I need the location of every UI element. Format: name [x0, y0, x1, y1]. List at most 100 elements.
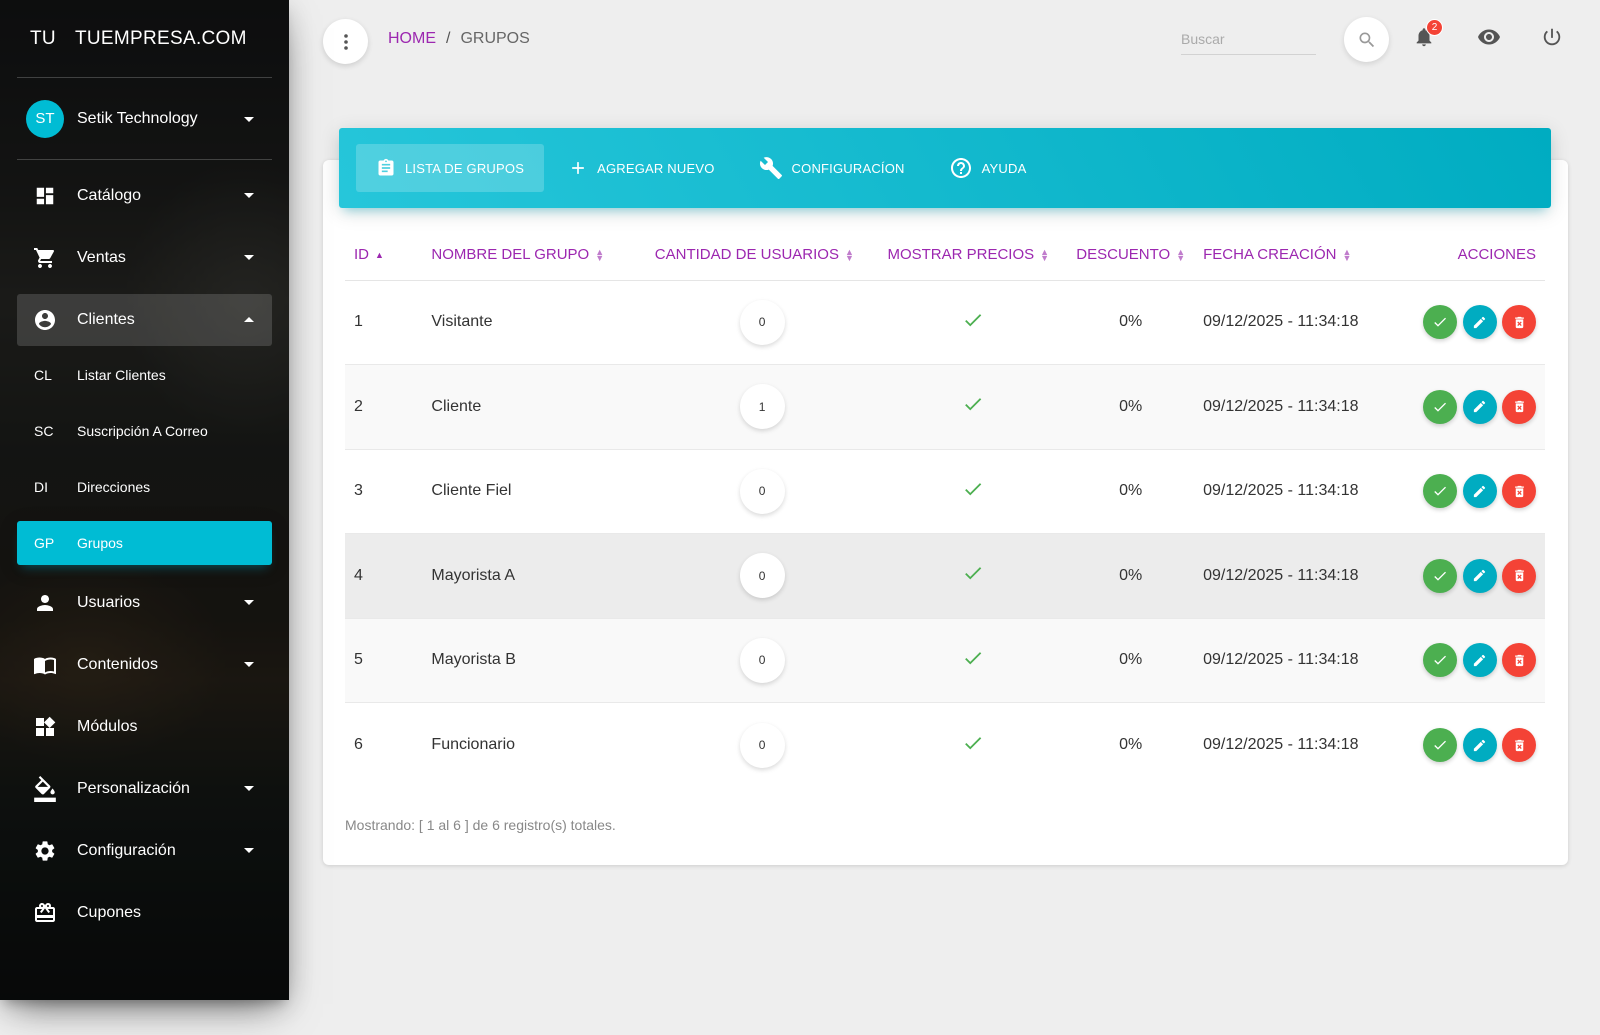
activate-button[interactable] — [1423, 558, 1458, 593]
sidebar-item-clientes[interactable]: Clientes — [17, 294, 272, 346]
sidebar-item-configuracion[interactable]: Configuración — [17, 825, 272, 877]
paint-bucket-icon — [32, 776, 58, 802]
notifications-button[interactable]: 2 — [1409, 19, 1443, 52]
sidebar-item-contenidos[interactable]: Contenidos — [17, 639, 272, 691]
activate-button[interactable] — [1423, 389, 1458, 424]
search-button[interactable] — [1344, 17, 1389, 62]
cell-users: 0 — [645, 533, 879, 619]
activate-button[interactable] — [1423, 643, 1458, 678]
cell-name: Cliente Fiel — [422, 449, 646, 534]
edit-button[interactable] — [1462, 389, 1497, 424]
pencil-icon — [1473, 739, 1486, 751]
sidebar-item-cupones[interactable]: Cupones — [17, 887, 272, 939]
chevron-down-icon — [244, 117, 254, 122]
cell-name: Visitante — [422, 280, 646, 365]
column-header-name[interactable]: NOMBRE DEL GRUPO ▲ ▼ — [422, 230, 646, 281]
tab-agregar-nuevo[interactable]: AGREGAR NUEVO — [548, 144, 734, 192]
chevron-down-icon — [244, 662, 254, 667]
cell-actions — [1413, 618, 1545, 703]
subitem-mini: DI — [34, 479, 48, 495]
tab-lista-grupos[interactable]: LISTA DE GRUPOS — [356, 144, 545, 192]
sidebar-subitem-suscripcion[interactable]: SC Suscripción A Correo — [17, 409, 272, 453]
cell-prices — [878, 702, 1068, 787]
chevron-down-icon — [244, 848, 254, 853]
subitem-mini: GP — [34, 535, 55, 551]
column-header-discount[interactable]: DESCUENTO ▲ ▼ — [1067, 230, 1195, 281]
delete-button[interactable] — [1502, 558, 1536, 593]
sidebar: TU TUEMPRESA.COM ST Setik Technology Cat… — [0, 0, 289, 1000]
sidebar-item-label: Catálogo — [77, 187, 142, 204]
sidebar-subitem-direcciones[interactable]: DI Direcciones — [17, 465, 272, 509]
cell-id: 6 — [345, 702, 423, 787]
users-count-badge: 0 — [739, 722, 785, 768]
check-icon — [1434, 402, 1447, 412]
chevron-up-icon — [244, 317, 254, 322]
delete-button[interactable] — [1502, 643, 1536, 678]
cell-name: Mayorista B — [422, 618, 646, 703]
users-count-badge: 1 — [739, 384, 785, 430]
check-icon — [1434, 740, 1447, 750]
tab-configuracion[interactable]: CONFIGURACÍON — [739, 144, 925, 192]
edit-button[interactable] — [1462, 643, 1497, 678]
column-header-id[interactable]: ID ▲ — [345, 230, 423, 281]
pencil-icon — [1473, 316, 1486, 328]
delete-button[interactable] — [1502, 474, 1536, 509]
activate-button[interactable] — [1423, 728, 1458, 762]
cell-users: 0 — [645, 702, 879, 787]
sidebar-item-ventas[interactable]: Ventas — [17, 232, 272, 284]
delete-button[interactable] — [1502, 305, 1536, 340]
check-icon — [1434, 317, 1447, 327]
edit-button[interactable] — [1462, 728, 1497, 762]
sidebar-toggle-button[interactable] — [323, 19, 368, 64]
groups-table: ID ▲ NOMBRE DEL GRUPO ▲ ▼ CANTIDAD DE USUAR… — [345, 230, 1545, 787]
cell-users: 0 — [645, 449, 879, 534]
column-header-prices[interactable]: MOSTRAR PRECIOS ▲ ▼ — [878, 230, 1068, 281]
tab-ayuda[interactable]: AYUDA — [929, 144, 1047, 192]
column-header-users[interactable]: CANTIDAD DE USUARIOS ▲ ▼ — [645, 230, 879, 281]
preview-button[interactable] — [1474, 22, 1504, 52]
pencil-icon — [1473, 401, 1486, 413]
table-body: 1 Visitante 0 0% 09/12/2025 - 11:34:18 2 Clie… — [345, 280, 1545, 787]
card-header-tabs: LISTA DE GRUPOS AGREGAR NUEVO CONFIGURAC… — [339, 128, 1551, 208]
check-icon — [1434, 571, 1447, 581]
cell-actions — [1413, 364, 1545, 450]
column-header-actions: ACCIONES — [1413, 230, 1545, 281]
cell-actions — [1413, 702, 1545, 787]
cell-users: 0 — [645, 618, 879, 703]
table-row: 3 Cliente Fiel 0 0% 09/12/2025 - 11:34:18 — [345, 449, 1545, 534]
breadcrumb-separator: / — [446, 30, 451, 47]
column-header-date[interactable]: FECHA CREACIÓN ▲ ▼ — [1194, 230, 1414, 281]
sort-asc-icon: ▲ — [375, 250, 384, 261]
edit-button[interactable] — [1462, 305, 1497, 340]
cell-users: 1 — [645, 364, 879, 450]
person-icon — [32, 590, 58, 616]
sidebar-item-personalizacion[interactable]: Personalización — [17, 763, 272, 815]
sidebar-subitem-grupos[interactable]: GP Grupos — [17, 521, 272, 565]
sidebar-item-catalogo[interactable]: Catálogo — [17, 170, 272, 222]
delete-button[interactable] — [1502, 728, 1536, 762]
sidebar-subitem-listar-clientes[interactable]: CL Listar Clientes — [17, 353, 272, 397]
cell-date: 09/12/2025 - 11:34:18 — [1194, 449, 1414, 534]
sidebar-item-usuarios[interactable]: Usuarios — [17, 577, 272, 629]
edit-button[interactable] — [1462, 558, 1497, 593]
activate-button[interactable] — [1423, 305, 1458, 340]
brand-logo[interactable]: TU TUEMPRESA.COM — [17, 0, 272, 78]
user-name: Setik Technology — [77, 109, 198, 127]
user-menu[interactable]: ST Setik Technology — [17, 78, 272, 160]
cell-date: 09/12/2025 - 11:34:18 — [1194, 618, 1414, 703]
edit-button[interactable] — [1462, 474, 1497, 509]
cell-prices — [878, 618, 1068, 703]
clipboard-icon — [376, 157, 396, 179]
activate-button[interactable] — [1423, 474, 1458, 509]
search-input[interactable] — [1181, 24, 1316, 55]
sidebar-item-label: Ventas — [77, 249, 126, 266]
delete-button[interactable] — [1502, 389, 1536, 424]
cell-discount: 0% — [1067, 449, 1195, 534]
breadcrumb-home-link[interactable]: HOME — [388, 30, 436, 48]
sidebar-item-label: Usuarios — [77, 594, 141, 611]
trash-icon — [1514, 316, 1524, 328]
logout-button[interactable] — [1537, 22, 1567, 52]
help-circle-icon — [949, 156, 973, 180]
trash-icon — [1514, 654, 1524, 666]
sidebar-item-modulos[interactable]: Módulos — [17, 701, 272, 753]
